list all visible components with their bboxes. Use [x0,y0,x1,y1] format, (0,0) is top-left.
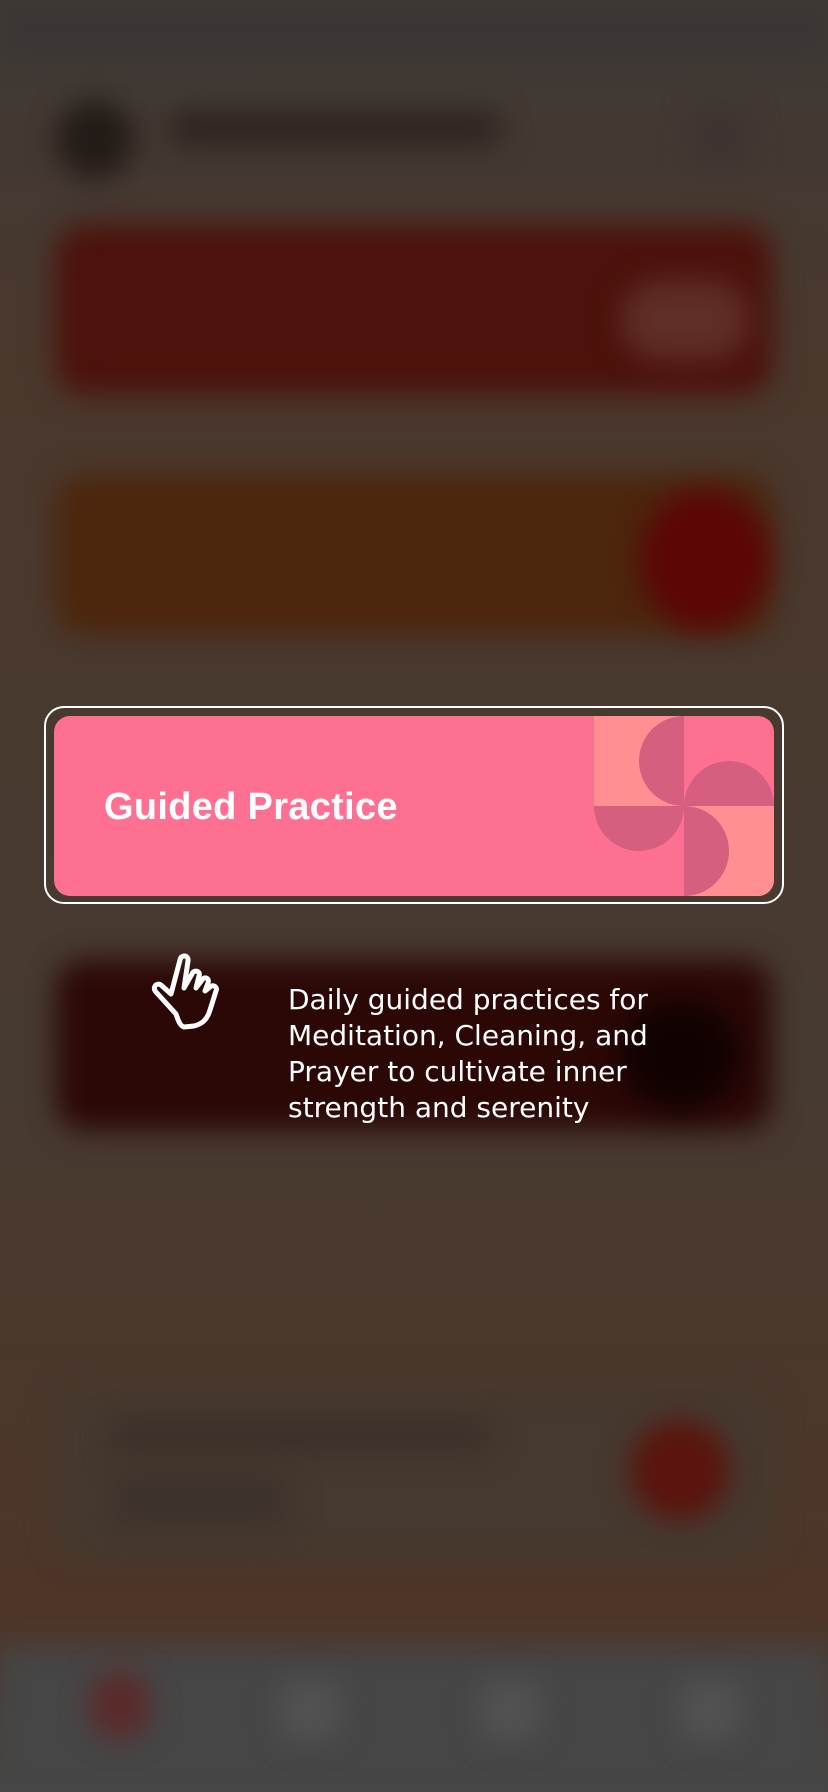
tab-4-icon [680,1680,740,1740]
guided-practice-card[interactable]: Guided Practice [54,716,774,896]
blurred-card-1-button [620,280,750,360]
tab-home-icon [90,1670,150,1740]
blurred-lower-card-icon [630,1420,730,1520]
blurred-lower-card-subtitle [110,1470,290,1530]
header-title-placeholder [170,110,500,146]
coach-mark-description: Daily guided practices for Meditation, C… [288,983,648,1124]
status-bar [0,0,828,56]
pinwheel-art-icon [594,716,774,896]
tap-hand-icon [151,953,219,1030]
guided-practice-title: Guided Practice [104,786,398,828]
blurred-card-2-art [640,490,770,630]
blurred-lower-card-title [110,1420,490,1450]
tab-2-icon [280,1680,340,1740]
header-action-icon [690,105,750,165]
avatar [56,100,134,178]
tab-3-icon [480,1680,540,1740]
